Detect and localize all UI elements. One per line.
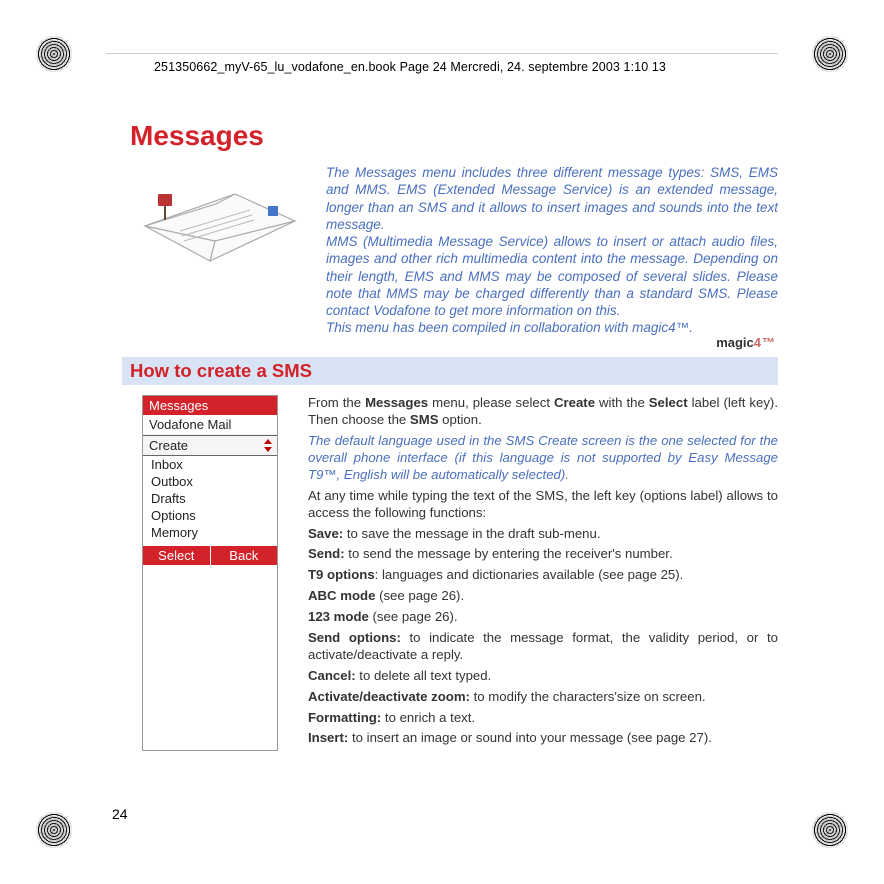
magic4-brand: magic4™ — [326, 335, 778, 352]
opt-send-options: Send options: to indicate the message fo… — [308, 630, 778, 664]
opt-123: 123 mode (see page 26). — [308, 609, 778, 626]
instr-lang-note: The default language used in the SMS Cre… — [308, 433, 778, 484]
registration-mark-icon — [812, 36, 848, 72]
phone-item-outbox[interactable]: Outbox — [143, 473, 277, 490]
phone-item-vodafone-mail[interactable]: Vodafone Mail — [143, 415, 277, 435]
opt-abc: ABC mode (see page 26). — [308, 588, 778, 605]
phone-item-memory[interactable]: Memory — [143, 524, 277, 546]
envelope-icon — [130, 178, 310, 288]
intro-row: The Messages menu includes three differe… — [106, 164, 778, 351]
opt-zoom: Activate/deactivate zoom: to modify the … — [308, 689, 778, 706]
phone-item-create[interactable]: Create — [143, 435, 277, 456]
page-frame: 251350662_myV-65_lu_vodafone_en.book Pag… — [106, 53, 778, 884]
page-number: 24 — [112, 806, 128, 822]
registration-mark-icon — [36, 36, 72, 72]
phone-item-inbox[interactable]: Inbox — [143, 456, 277, 473]
intro-p1: The Messages menu includes three differe… — [326, 164, 778, 233]
phone-item-options[interactable]: Options — [143, 507, 277, 524]
phone-mock: Messages Vodafone Mail Create Inbox Outb… — [142, 395, 278, 751]
intro-p2: MMS (Multimedia Message Service) allows … — [326, 233, 778, 319]
phone-softkeys: Select Back — [143, 546, 277, 565]
opt-cancel: Cancel: to delete all text typed. — [308, 668, 778, 685]
body-row: Messages Vodafone Mail Create Inbox Outb… — [106, 395, 778, 751]
opt-save: Save: to save the message in the draft s… — [308, 526, 778, 543]
phone-item-drafts[interactable]: Drafts — [143, 490, 277, 507]
opt-formatting: Formatting: to enrich a text. — [308, 710, 778, 727]
opt-send: Send: to send the message by entering th… — [308, 546, 778, 563]
opt-insert: Insert: to insert an image or sound into… — [308, 730, 778, 747]
section-heading: How to create a SMS — [122, 357, 778, 385]
instr-lead: From the Messages menu, please select Cr… — [308, 395, 778, 429]
intro-text: The Messages menu includes three differe… — [326, 164, 778, 351]
instructions: From the Messages menu, please select Cr… — [308, 395, 778, 751]
softkey-select[interactable]: Select — [143, 546, 211, 565]
opt-t9: T9 options: languages and dictionaries a… — [308, 567, 778, 584]
phone-title: Messages — [143, 396, 277, 415]
registration-mark-icon — [36, 812, 72, 848]
header-meta: 251350662_myV-65_lu_vodafone_en.book Pag… — [106, 53, 778, 92]
registration-mark-icon — [812, 812, 848, 848]
softkey-back[interactable]: Back — [211, 546, 278, 565]
instr-anytime: At any time while typing the text of the… — [308, 488, 778, 522]
page-title: Messages — [130, 120, 778, 152]
